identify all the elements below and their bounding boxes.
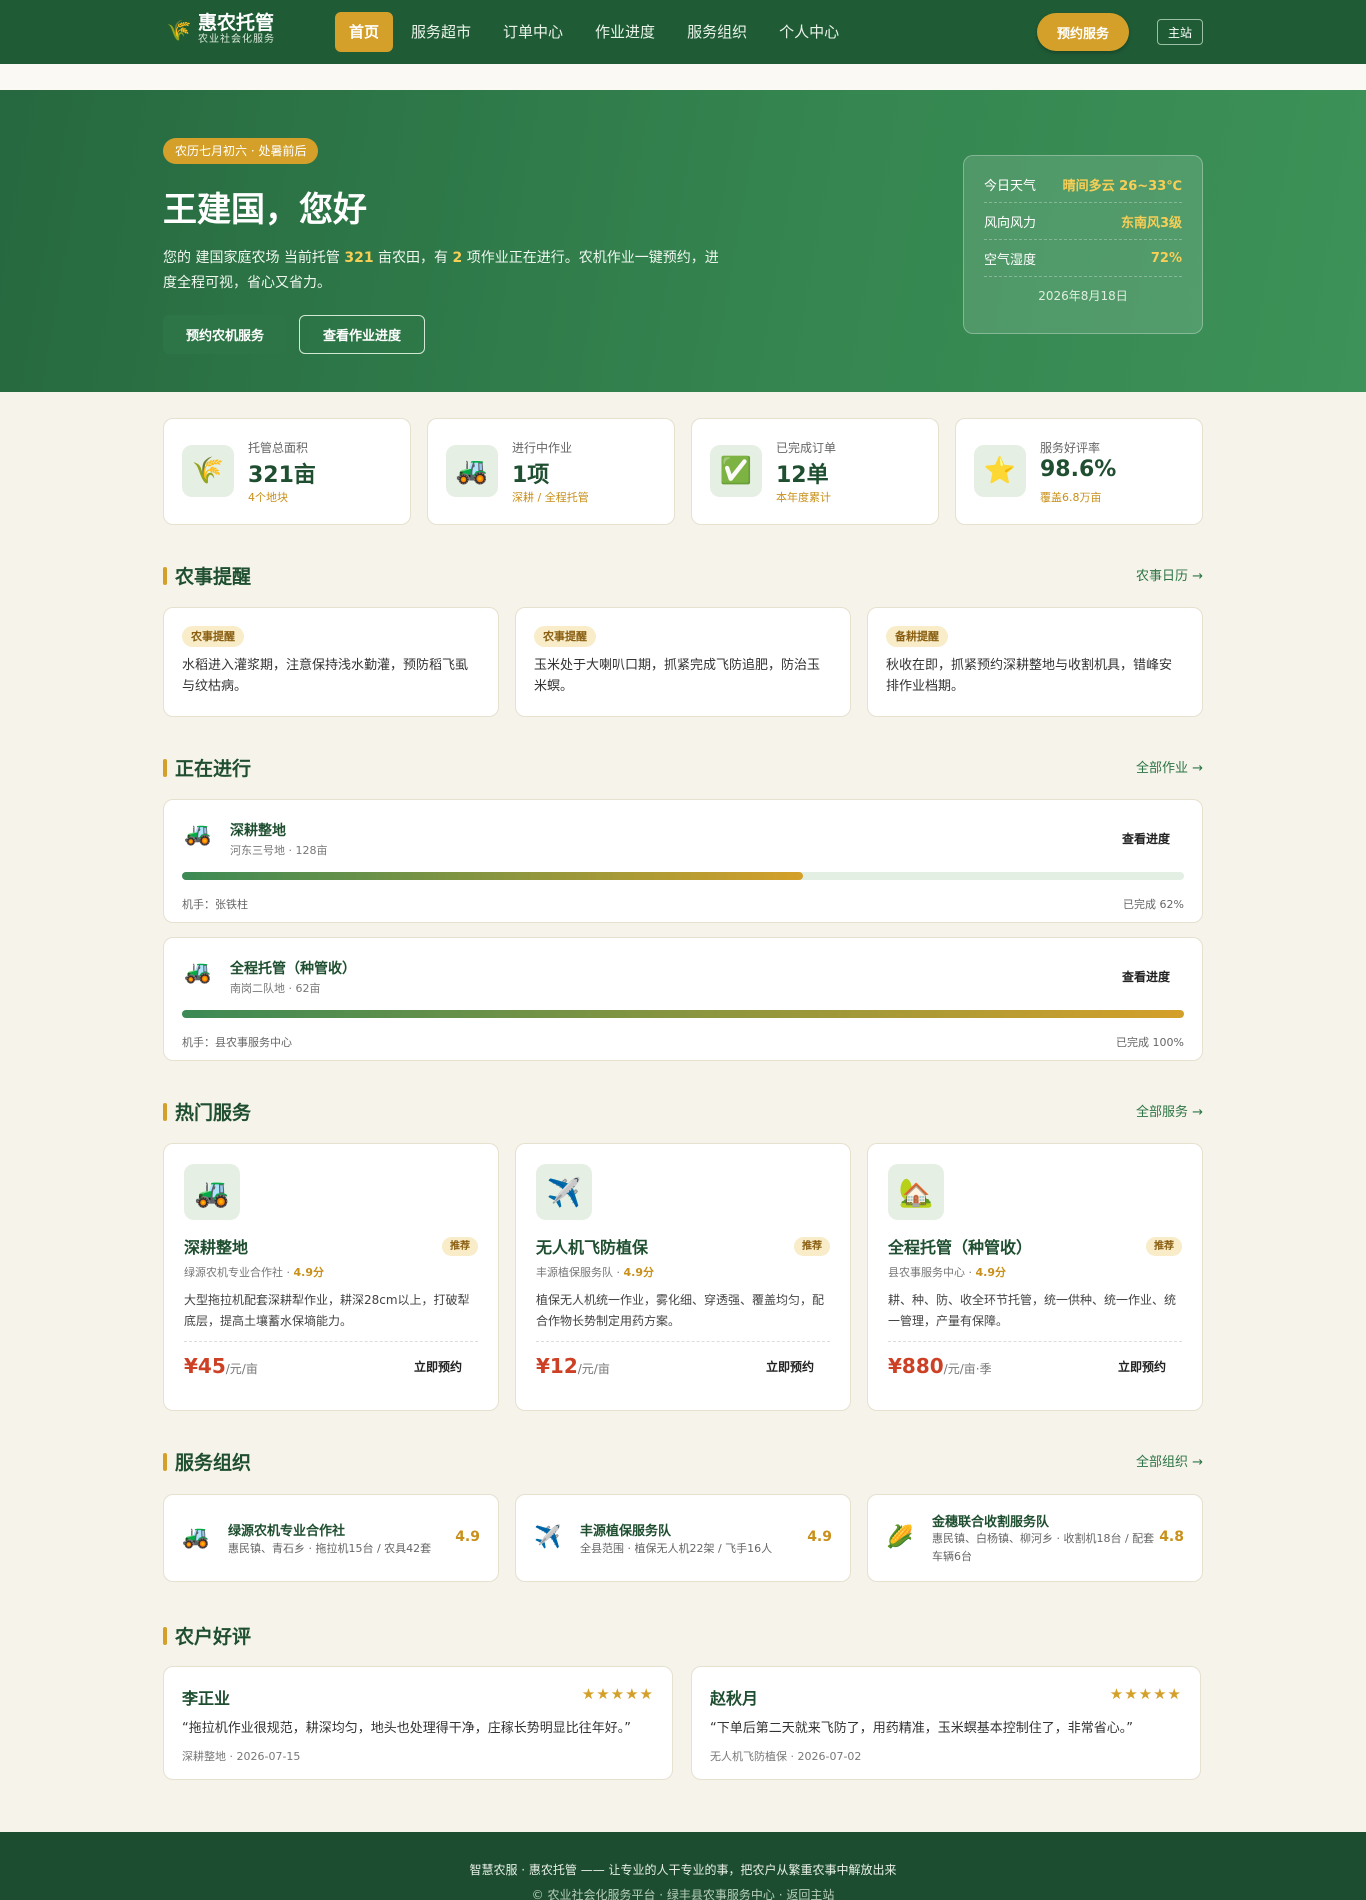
footer-slogan: 智慧农服 · 惠农托管 —— 让专业的人干专业的事，把农户从繁重农事中解放出来 [469, 1863, 897, 1877]
section-title-services: 热门服务 [163, 1098, 251, 1125]
tractor-icon: 🚜 [184, 960, 212, 985]
greeting-title: 王建国，您好 [163, 190, 367, 230]
reminder-badge: 备耕提醒 [886, 626, 948, 647]
corn-icon: 🌽 [886, 1525, 914, 1550]
book-machinery-button[interactable]: 预约农机服务 [163, 315, 287, 354]
nav-item-profile[interactable]: 个人中心 [765, 12, 853, 52]
stat-card-completed-orders[interactable]: ✅ 已完成订单 12单 本年度累计 [691, 418, 939, 525]
section-title-jobs: 正在进行 [163, 754, 251, 781]
lunar-date-tag: 农历七月初六 · 处暑前后 [163, 138, 319, 164]
drone-icon: ✈️ [536, 1164, 592, 1220]
stat-card-area[interactable]: 🌾 托管总面积 321亩 4个地块 [163, 418, 411, 525]
section-title-orgs: 服务组织 [163, 1448, 251, 1475]
stat-card-rating[interactable]: ⭐ 服务好评率 98.6% 覆盖6.8万亩 [955, 418, 1203, 525]
return-main-site-link[interactable]: 返回主站 [786, 1888, 834, 1900]
service-card[interactable]: 🏡 全程托管（种管收） 推荐 县农事服务中心 · 4.9分 耕、种、防、收全环节托… [867, 1143, 1203, 1411]
recommend-badge: 推荐 [442, 1236, 478, 1256]
hero-intro: 您的 建国家庭农场 当前托管 321 亩农田，有 2 项作业正在进行。农机作业一… [163, 250, 719, 291]
nav-item-service-market[interactable]: 服务超市 [397, 12, 485, 52]
rating-stars: ★★★★★ [581, 1685, 654, 1703]
nav-item-progress[interactable]: 作业进度 [581, 12, 669, 52]
farmhouse-icon: 🏡 [888, 1164, 944, 1220]
brand-tagline: 农业社会化服务 [198, 34, 275, 45]
all-jobs-link[interactable]: 全部作业 → [1136, 757, 1203, 776]
review-card: 赵秋月 ★★★★★ “下单后第二天就来飞防了，用药精准，玉米螟基本控制住了，非常省… [691, 1666, 1201, 1780]
org-card[interactable]: 🚜 绿源农机专业合作社 惠民镇、青石乡 · 拖拉机15台 / 农具42套 4.9 [163, 1494, 499, 1582]
brand-logo[interactable]: 🌾 惠农托管 农业社会化服务 [166, 12, 275, 46]
footer: 智慧农服 · 惠农托管 —— 让专业的人干专业的事，把农户从繁重农事中解放出来 … [0, 1832, 1366, 1900]
rating-stars: ★★★★★ [1109, 1685, 1182, 1703]
progress-bar [182, 872, 1184, 880]
main-site-button[interactable]: 主站 [1157, 19, 1203, 45]
tractor-icon: 🚜 [184, 822, 212, 847]
weather-row-wind: 风向风力 东南风3级 [984, 203, 1182, 240]
reminder-badge: 农事提醒 [534, 626, 596, 647]
tractor-icon: 🚜 [446, 445, 498, 497]
book-now-button[interactable]: 立即预约 [1118, 1358, 1182, 1375]
all-orgs-link[interactable]: 全部组织 → [1136, 1451, 1203, 1470]
check-icon: ✅ [710, 445, 762, 497]
nav-item-organizations[interactable]: 服务组织 [673, 12, 761, 52]
weather-row-humidity: 空气湿度 72% [984, 240, 1182, 277]
book-now-button[interactable]: 立即预约 [766, 1358, 830, 1375]
view-progress-button[interactable]: 查看作业进度 [299, 315, 425, 354]
weather-date: 2026年8月18日 [1038, 289, 1128, 303]
reminder-card: 农事提醒 玉米处于大喇叭口期，抓紧完成飞防追肥，防治玉米螟。 [515, 607, 851, 717]
recommend-badge: 推荐 [1146, 1236, 1182, 1256]
farm-calendar-link[interactable]: 农事日历 → [1136, 565, 1203, 584]
tractor-icon: 🚜 [182, 1525, 210, 1550]
wheat-icon: 🌾 [166, 17, 192, 42]
service-card[interactable]: ✈️ 无人机飞防植保 推荐 丰源植保服务队 · 4.9分 植保无人机统一作业，雾化… [515, 1143, 851, 1411]
view-progress-link[interactable]: 查看进度 [1122, 830, 1170, 847]
org-card[interactable]: 🌽 金穗联合收割服务队 惠民镇、白杨镇、柳河乡 · 收割机18台 / 配套车辆6… [867, 1494, 1203, 1582]
reminder-card: 农事提醒 水稻进入灌浆期，注意保持浅水勤灌，预防稻飞虱与纹枯病。 [163, 607, 499, 717]
brand-name: 惠农托管 [198, 12, 275, 34]
star-icon: ⭐ [974, 445, 1026, 497]
book-service-button[interactable]: 预约服务 [1037, 13, 1129, 51]
section-title-reminders: 农事提醒 [163, 562, 251, 589]
progress-bar [182, 1010, 1184, 1018]
nav-item-orders[interactable]: 订单中心 [489, 12, 577, 52]
section-title-reviews: 农户好评 [163, 1622, 251, 1649]
nav-item-home[interactable]: 首页 [335, 12, 394, 52]
job-card: 🚜 全程托管（种管收） 南岗二队地 · 62亩 查看进度 机手：县农事服务中心 … [163, 937, 1203, 1061]
book-now-button[interactable]: 立即预约 [414, 1358, 478, 1375]
all-services-link[interactable]: 全部服务 → [1136, 1101, 1203, 1120]
weather-row-today: 今日天气 晴间多云 26~33℃ [984, 166, 1182, 203]
stat-card-active-jobs[interactable]: 🚜 进行中作业 1项 深耕 / 全程托管 [427, 418, 675, 525]
active-jobs-count: 2 [452, 250, 463, 266]
org-card[interactable]: ✈️ 丰源植保服务队 全县范围 · 植保无人机22架 / 飞手16人 4.9 [515, 1494, 851, 1582]
tractor-icon: 🚜 [184, 1164, 240, 1220]
reminder-badge: 农事提醒 [182, 626, 244, 647]
drone-icon: ✈️ [534, 1525, 562, 1550]
managed-area: 321 [344, 250, 374, 266]
nav-spacer [0, 64, 1366, 90]
reminder-card: 备耕提醒 秋收在即，抓紧预约深耕整地与收割机具，错峰安排作业档期。 [867, 607, 1203, 717]
service-card[interactable]: 🚜 深耕整地 推荐 绿源农机专业合作社 · 4.9分 大型拖拉机配套深耕犁作业，耕… [163, 1143, 499, 1411]
view-progress-link[interactable]: 查看进度 [1122, 968, 1170, 985]
main-menu: 首页 服务超市 订单中心 作业进度 服务组织 个人中心 [335, 12, 853, 52]
recommend-badge: 推荐 [794, 1236, 830, 1256]
weather-card: 今日天气 晴间多云 26~33℃ 风向风力 东南风3级 空气湿度 72% 2026年8… [963, 155, 1203, 334]
review-card: 李正业 ★★★★★ “拖拉机作业很规范，耕深均匀，地头也处理得干净，庄稼长势明显比… [163, 1666, 673, 1780]
top-navbar: 🌾 惠农托管 农业社会化服务 首页 服务超市 订单中心 作业进度 服务组织 个人… [0, 0, 1366, 64]
footer-copyright: © 农业社会化服务平台 · 绿丰县农事服务中心 · 返回主站 [531, 1888, 835, 1900]
grain-icon: 🌾 [182, 445, 234, 497]
job-card: 🚜 深耕整地 河东三号地 · 128亩 查看进度 机手：张铁柱 已完成 62% [163, 799, 1203, 923]
